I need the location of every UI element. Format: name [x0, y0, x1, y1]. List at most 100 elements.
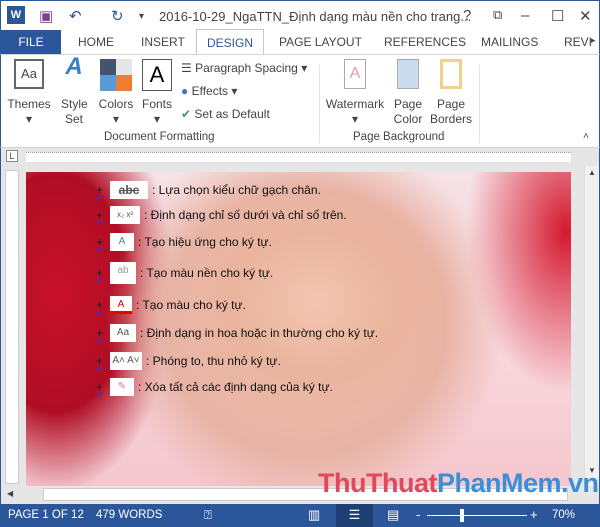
- vertical-ruler[interactable]: [5, 170, 19, 484]
- set-as-default-button[interactable]: ✔ Set as Default: [181, 107, 270, 122]
- group-document-formatting: Document Formatting: [104, 131, 215, 143]
- zoom-slider[interactable]: [427, 509, 527, 522]
- tab-references[interactable]: REFERENCES: [384, 35, 466, 49]
- style-set-icon: A: [65, 53, 83, 80]
- customize-qat-icon[interactable]: ▾: [139, 11, 144, 22]
- themes-label: Themes: [7, 97, 51, 111]
- tab-review[interactable]: REVI: [564, 35, 592, 49]
- word-count[interactable]: 479 WORDS: [96, 509, 162, 521]
- title-bar: W ▣ ↶ ↻ ▾ 2016-10-29_NgaTTN_Định dạng mà…: [0, 0, 600, 30]
- group-page-background: Page Background: [353, 131, 445, 143]
- zoom-level[interactable]: 70%: [552, 509, 575, 521]
- tab-design[interactable]: DESIGN: [196, 29, 264, 54]
- strikethrough-icon: abc: [110, 181, 148, 199]
- zoom-in-button[interactable]: +: [530, 507, 538, 522]
- colors-icon: [100, 59, 132, 91]
- page-borders-button[interactable]: Page Borders: [429, 59, 473, 127]
- tab-mailings[interactable]: MAILINGS: [481, 35, 538, 49]
- close-button[interactable]: ✕: [579, 7, 592, 25]
- page-color-label: Page Color: [393, 97, 423, 126]
- group-separator: [319, 65, 320, 143]
- read-mode-icon[interactable]: ▥: [308, 507, 320, 523]
- redo-icon[interactable]: ↻: [111, 7, 124, 25]
- effects-label: Effects: [191, 84, 229, 98]
- print-layout-icon[interactable]: ☰: [336, 504, 373, 527]
- collapse-ribbon-icon[interactable]: ˄: [583, 131, 589, 142]
- save-icon[interactable]: ▣: [39, 7, 53, 25]
- effects-button[interactable]: ● Effects ▾: [181, 84, 237, 99]
- themes-button[interactable]: Aa Themes ▾: [5, 59, 53, 127]
- clear-formatting-icon: ✎: [110, 378, 134, 396]
- ribbon: Aa Themes ▾ A Style Set Colors ▾ A Fonts ▾ …: [0, 54, 600, 148]
- document-page[interactable]: + abc: Lựa chọn kiểu chữ gạch chân. + x₂ x…: [26, 172, 571, 486]
- watermark-label: Watermark: [325, 97, 385, 111]
- zoom-out-button[interactable]: -: [416, 507, 420, 522]
- grow-shrink-font-icon: A˄ A˅: [110, 352, 142, 370]
- page-borders-label: Page Borders: [429, 97, 473, 126]
- page-color-icon: [397, 59, 419, 89]
- change-case-icon: Aa: [110, 324, 136, 342]
- tab-selector[interactable]: L: [6, 150, 18, 162]
- watermark-button[interactable]: A Watermark ▾: [324, 59, 386, 127]
- ribbon-display-icon[interactable]: ⧉: [493, 7, 502, 23]
- fonts-button[interactable]: A Fonts ▾: [139, 59, 175, 127]
- item-text: : Định dạng chỉ số dưới và chỉ số trên.: [144, 208, 347, 222]
- web-layout-icon[interactable]: ▤: [387, 507, 399, 523]
- status-bar: PAGE 1 OF 12 479 WORDS ⍰ ▥ ☰ ▤ - + 70%: [0, 504, 600, 527]
- group-separator: [479, 65, 480, 143]
- document-area: + abc: Lựa chọn kiểu chữ gạch chân. + x₂ x…: [0, 166, 600, 486]
- colors-button[interactable]: Colors ▾: [97, 59, 135, 127]
- set-as-default-label: Set as Default: [194, 107, 270, 121]
- tab-home[interactable]: HOME: [78, 35, 114, 49]
- page-count[interactable]: PAGE 1 OF 12: [8, 509, 84, 521]
- vertical-scrollbar[interactable]: ▲ ▼: [584, 166, 599, 486]
- scroll-left-icon[interactable]: ◀: [7, 489, 13, 498]
- word-logo-icon: W: [7, 6, 25, 24]
- fonts-icon: A: [142, 59, 172, 91]
- horizontal-ruler[interactable]: L: [0, 148, 600, 166]
- list-item: + A˄ A˅: Phóng to, thu nhỏ ký tự.: [96, 352, 281, 370]
- fonts-label: Fonts: [141, 97, 172, 111]
- font-color-icon: A: [110, 296, 132, 314]
- text-highlight-color-icon: ab: [110, 262, 136, 284]
- list-item: + ✎: Xóa tất cả các định dạng của ký tự.: [96, 378, 333, 396]
- item-text: : Tạo màu nền cho ký tự.: [140, 266, 274, 280]
- style-set-button[interactable]: A Style Set: [57, 53, 91, 127]
- item-text: : Tạo màu cho ký tự.: [136, 298, 246, 312]
- proofing-icon[interactable]: ⍰: [204, 507, 212, 523]
- page-color-button[interactable]: Page Color: [389, 59, 427, 127]
- scroll-up-icon[interactable]: ▲: [588, 168, 596, 177]
- watermark-icon: A: [344, 59, 366, 89]
- list-item: + ab: Tạo màu nền cho ký tự.: [96, 261, 273, 285]
- list-item: + A: Tạo màu cho ký tự.: [96, 296, 246, 314]
- zoom-slider-thumb[interactable]: [460, 509, 464, 522]
- list-item: + Aa: Định dạng in hoa hoặc in thường cho…: [96, 324, 379, 342]
- list-item: + abc: Lựa chọn kiểu chữ gạch chân.: [96, 181, 321, 199]
- minimize-button[interactable]: –: [521, 7, 529, 24]
- tab-file[interactable]: FILE: [1, 30, 61, 54]
- style-set-label: Style Set: [61, 97, 88, 126]
- list-item: + x₂ x²: Định dạng chỉ số dưới và chỉ số …: [96, 206, 347, 224]
- paragraph-spacing-icon: ☰: [181, 61, 192, 75]
- list-item: + A: Tạo hiệu ứng cho ký tự.: [96, 233, 272, 251]
- undo-icon[interactable]: ↶: [69, 7, 82, 25]
- item-text: : Phóng to, thu nhỏ ký tự.: [146, 354, 281, 368]
- window-title: 2016-10-29_NgaTTN_Định dạng màu nền cho …: [159, 9, 472, 24]
- effects-icon: ●: [181, 84, 189, 98]
- text-effects-icon: A: [110, 233, 134, 251]
- site-watermark: ThuThuatPhanMem.vn: [318, 468, 599, 498]
- maximize-button[interactable]: ☐: [551, 7, 564, 25]
- paragraph-spacing-label: Paragraph Spacing: [195, 61, 298, 75]
- page-borders-icon: [440, 59, 462, 89]
- paragraph-spacing-button[interactable]: ☰ Paragraph Spacing ▾: [181, 61, 307, 76]
- tab-page-layout[interactable]: PAGE LAYOUT: [279, 35, 362, 49]
- tab-insert[interactable]: INSERT: [141, 35, 185, 49]
- help-button[interactable]: ?: [463, 7, 471, 24]
- item-text: : Tạo hiệu ứng cho ký tự.: [138, 235, 272, 249]
- check-icon: ✔: [181, 107, 192, 121]
- item-text: : Lựa chọn kiểu chữ gạch chân.: [152, 183, 321, 197]
- ribbon-tabs: FILE HOME INSERT DESIGN PAGE LAYOUT REFE…: [0, 29, 600, 54]
- themes-icon: Aa: [14, 59, 44, 89]
- scroll-tabs-right-icon[interactable]: ▸: [591, 35, 596, 46]
- colors-label: Colors: [98, 97, 134, 111]
